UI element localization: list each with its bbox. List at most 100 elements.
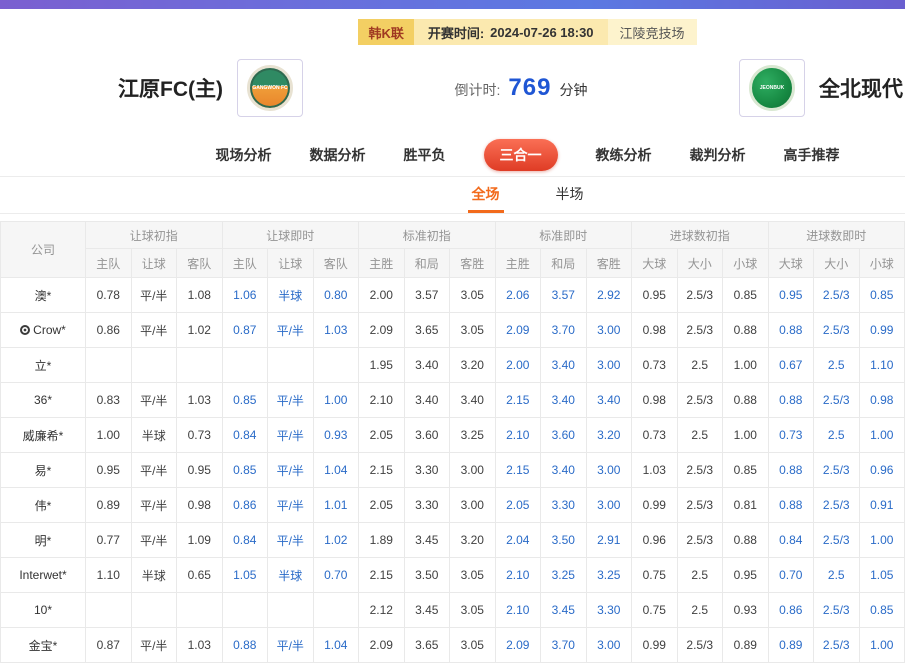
odds-cell: 平/半 [131,278,177,313]
company-cell[interactable]: 伟* [1,488,86,523]
league-badge[interactable]: 韩K联 [358,19,413,45]
odds-cell: 2.04 [495,523,541,558]
odds-col-header: 大球 [632,249,678,278]
table-row: 金宝*0.87平/半1.030.88平/半1.042.093.653.052.0… [1,628,905,663]
odds-col-header: 让球 [268,249,314,278]
nav-item-referee-analysis[interactable]: 裁判分析 [690,145,746,165]
odds-cell: 3.70 [541,628,587,663]
odds-cell: 平/半 [131,383,177,418]
countdown: 倒计时: 769 分钟 [455,74,588,102]
company-cell[interactable]: 10* [1,593,86,628]
table-row: 明*0.77平/半1.090.84平/半1.021.893.453.202.04… [1,523,905,558]
odds-col-header: 客胜 [586,249,632,278]
odds-cell: 3.40 [541,383,587,418]
odds-cell: 3.00 [586,348,632,383]
odds-cell: 1.00 [313,383,359,418]
odds-cell: 2.5 [677,418,723,453]
odds-cell: 3.00 [450,488,496,523]
odds-cell: 0.96 [632,523,678,558]
odds-group-header-2: 标准初指 [359,222,496,249]
odds-cell: 3.00 [586,488,632,523]
odds-cell: 1.00 [723,348,769,383]
odds-cell: 3.65 [404,313,450,348]
odds-cell: 0.84 [768,523,814,558]
odds-cell: 2.09 [359,628,405,663]
odds-cell: 0.73 [632,418,678,453]
odds-cell: 0.67 [768,348,814,383]
odds-cell [86,593,132,628]
company-cell[interactable]: 36* [1,383,86,418]
company-cell[interactable]: 威廉希* [1,418,86,453]
odds-col-header: 小球 [859,249,905,278]
odds-cell: 半球 [268,558,314,593]
odds-cell: 2.15 [359,453,405,488]
nav-item-data-analysis[interactable]: 数据分析 [310,145,366,165]
odds-cell: 3.30 [404,488,450,523]
odds-cell: 0.98 [177,488,223,523]
company-cell[interactable]: 金宝* [1,628,86,663]
odds-cell: 半球 [131,558,177,593]
odds-cell: 2.5 [677,593,723,628]
odds-cell: 平/半 [131,628,177,663]
odds-cell: 0.70 [768,558,814,593]
company-cell[interactable]: 明* [1,523,86,558]
home-team: 江原FC(主) GANGWON FC [118,59,303,117]
odds-cell: 0.88 [768,488,814,523]
company-column-header: 公司 [1,222,86,278]
odds-cell: 1.00 [86,418,132,453]
odds-cell: 1.00 [859,628,905,663]
match-header: 江原FC(主) GANGWON FC 倒计时: 769 分钟 JEONBUK 全… [0,45,905,133]
period-subtabs: 全场 半场 [0,177,905,214]
odds-cell: 3.40 [404,383,450,418]
kickoff-label: 开赛时间: [428,23,484,42]
odds-cell: 0.93 [723,593,769,628]
nav-item-expert-picks[interactable]: 高手推荐 [784,145,840,165]
nav-item-win-draw-lose[interactable]: 胜平负 [404,145,446,165]
kickoff-datetime: 2024-07-26 18:30 [490,25,593,40]
odds-col-header: 主胜 [495,249,541,278]
venue: 江陵竞技场 [608,19,697,45]
odds-cell [222,593,268,628]
odds-cell [313,593,359,628]
odds-cell: 1.02 [313,523,359,558]
odds-cell: 2.15 [495,383,541,418]
odds-cell: 1.10 [859,348,905,383]
company-cell[interactable]: Interwet* [1,558,86,593]
odds-cell: 3.40 [586,383,632,418]
top-gradient-bar [0,0,905,9]
subtab-full-match[interactable]: 全场 [468,177,504,213]
nav-item-coach-analysis[interactable]: 教练分析 [596,145,652,165]
odds-cell: 3.20 [450,348,496,383]
nav-item-live-analysis[interactable]: 现场分析 [216,145,272,165]
company-cell[interactable]: Crow* [1,313,86,348]
odds-cell: 0.84 [222,418,268,453]
odds-col-header: 大小 [814,249,860,278]
odds-cell: 0.95 [723,558,769,593]
company-cell[interactable]: 立* [1,348,86,383]
company-cell[interactable]: 易* [1,453,86,488]
odds-col-header: 主胜 [359,249,405,278]
company-cell[interactable]: 澳* [1,278,86,313]
odds-cell: 2.5/3 [677,313,723,348]
odds-cell: 3.00 [586,628,632,663]
odds-cell: 3.70 [541,313,587,348]
odds-cell: 3.00 [450,453,496,488]
odds-cell: 2.09 [495,313,541,348]
odds-cell: 2.5/3 [677,488,723,523]
odds-cell: 2.5/3 [814,453,860,488]
odds-cell: 2.09 [495,628,541,663]
odds-cell: 3.60 [541,418,587,453]
nav-item-three-in-one[interactable]: 三合一 [484,139,558,171]
subtab-half-match[interactable]: 半场 [552,177,588,213]
odds-cell: 2.10 [495,593,541,628]
odds-table: 公司让球初指让球即时标准初指标准即时进球数初指进球数即时主队让球客队主队让球客队… [0,221,905,663]
odds-cell: 0.87 [86,628,132,663]
countdown-unit: 分钟 [559,80,587,100]
odds-cell: 2.5/3 [814,383,860,418]
odds-cell: 0.77 [86,523,132,558]
odds-cell: 1.10 [86,558,132,593]
odds-cell: 平/半 [268,488,314,523]
odds-cell: 2.5/3 [677,523,723,558]
odds-cell: 平/半 [268,628,314,663]
odds-cell: 0.95 [86,453,132,488]
